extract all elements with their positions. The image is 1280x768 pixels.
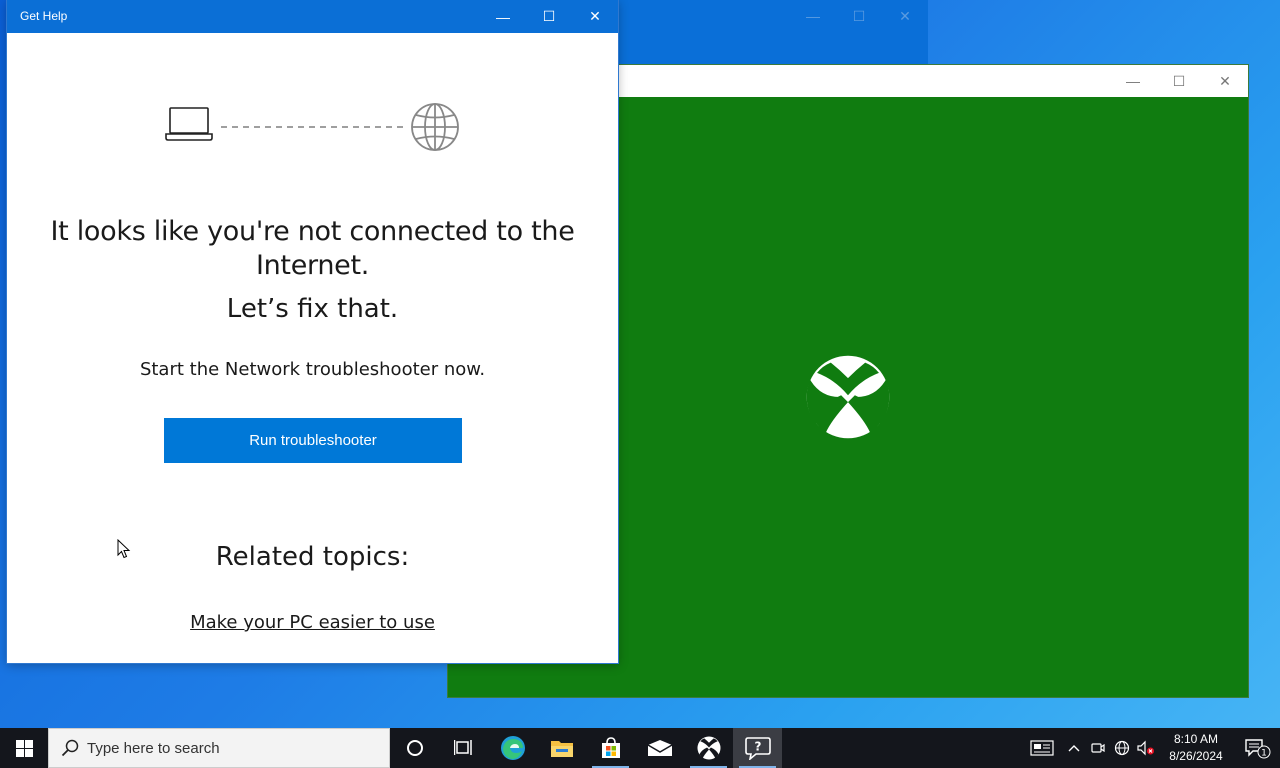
news-icon [1030, 740, 1054, 756]
close-button[interactable]: ✕ [572, 0, 618, 33]
taskbar-app-get-help[interactable]: ? [733, 728, 782, 768]
laptop-icon [165, 107, 213, 141]
instruction-text: Start the Network troubleshooter now. [139, 359, 486, 380]
taskbar-app-store[interactable] [586, 728, 635, 768]
related-link-make-pc-easier[interactable]: Make your PC easier to use [190, 612, 435, 633]
window-controls: — ☐ ✕ [1110, 65, 1248, 97]
clock-time: 8:10 AM [1173, 732, 1219, 746]
taskbar-search-box[interactable]: Type here to search [48, 728, 390, 768]
volume-muted-icon [1137, 740, 1154, 756]
system-tray: 8:10 AM 8/26/2024 1 [1022, 728, 1280, 768]
headline: It looks like you're not connected to th… [50, 216, 575, 281]
maximize-button[interactable]: ☐ [526, 0, 572, 33]
window-controls: — ☐ ✕ [480, 0, 618, 33]
globe-icon [411, 103, 459, 151]
no-connection-illustration [165, 103, 459, 151]
network-status-button[interactable] [1110, 728, 1134, 768]
close-button[interactable]: ✕ [882, 0, 928, 32]
mouse-pointer-icon [117, 539, 131, 559]
related-link-row: Make your PC easier to use [37, 612, 588, 633]
maximize-button[interactable]: ☐ [1156, 65, 1202, 97]
run-troubleshooter-button[interactable]: Run troubleshooter [164, 418, 462, 463]
notification-count: 1 [1261, 749, 1267, 759]
minimize-button[interactable]: — [480, 0, 526, 33]
minimize-button[interactable]: — [1110, 65, 1156, 97]
network-globe-icon [1114, 740, 1130, 756]
store-icon [601, 737, 620, 758]
news-widget-button[interactable] [1022, 728, 1062, 768]
taskbar-clock[interactable]: 8:10 AM 8/26/2024 [1158, 731, 1234, 765]
taskbar: Type here to search ? 8:10 AM 8/26/2024 … [0, 728, 1280, 768]
xbox-logo-icon [806, 355, 890, 439]
background-window: — ☐ ✕ [600, 0, 928, 66]
maximize-button[interactable]: ☐ [836, 0, 882, 32]
close-button[interactable]: ✕ [1202, 65, 1248, 97]
search-placeholder: Type here to search [87, 739, 220, 757]
subheadline: Let’s fix that. [226, 294, 399, 324]
start-button[interactable] [0, 728, 48, 768]
clock-date: 8/26/2024 [1169, 749, 1223, 763]
window-controls: — ☐ ✕ [790, 0, 928, 34]
notifications-icon: 1 [1245, 739, 1271, 759]
windows-logo-icon [15, 739, 33, 757]
task-view-icon [453, 740, 472, 755]
task-view-button[interactable] [439, 728, 488, 768]
help-titlebar[interactable]: Get Help — ☐ ✕ [7, 0, 618, 33]
taskbar-app-mail[interactable] [635, 728, 684, 768]
taskbar-app-xbox[interactable] [684, 728, 733, 768]
tray-meet-button[interactable] [1086, 728, 1110, 768]
search-icon [61, 739, 79, 757]
cortana-button[interactable] [390, 728, 439, 768]
mail-icon [647, 740, 672, 756]
file-explorer-icon [550, 741, 573, 757]
xbox-icon [696, 736, 721, 760]
taskbar-app-edge[interactable] [488, 728, 537, 768]
action-center-button[interactable]: 1 [1234, 728, 1280, 768]
volume-button[interactable] [1134, 728, 1158, 768]
show-hidden-icons-button[interactable] [1062, 728, 1086, 768]
chevron-up-icon [1068, 745, 1080, 752]
edge-icon [500, 736, 525, 760]
get-help-window: Get Help — ☐ ✕ It looks like you're not … [7, 0, 618, 663]
window-title: Get Help [20, 9, 68, 23]
get-help-icon: ? [744, 737, 771, 760]
taskbar-app-file-explorer[interactable] [537, 728, 586, 768]
minimize-button[interactable]: — [790, 0, 836, 32]
svg-text:?: ? [754, 740, 761, 754]
desktop: — ☐ ✕ — ☐ ✕ Get Help — ☐ ✕ It looks like… [0, 0, 1280, 768]
meet-now-icon [1091, 743, 1105, 753]
cortana-icon [406, 740, 423, 756]
